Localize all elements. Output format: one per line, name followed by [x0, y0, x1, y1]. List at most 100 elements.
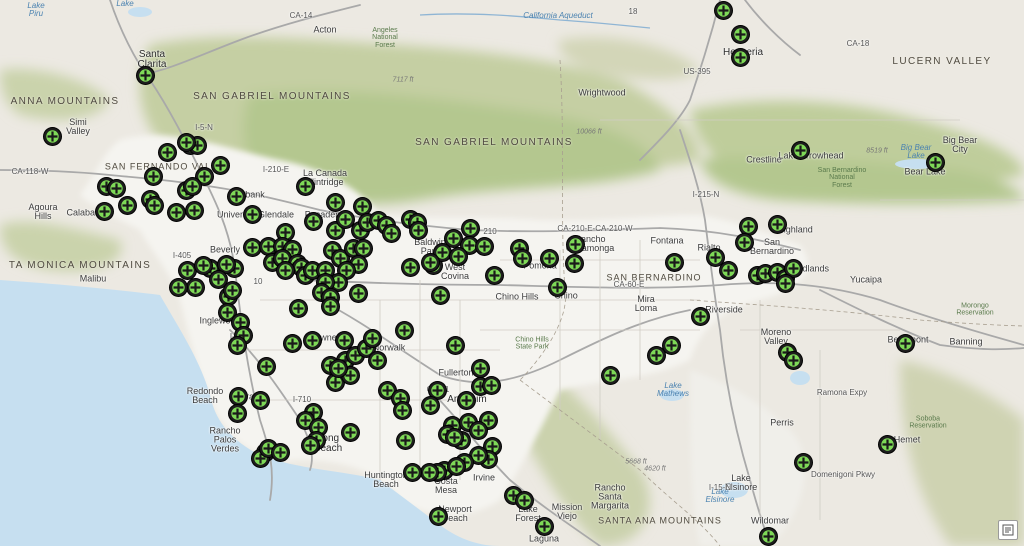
- facility-marker[interactable]: [457, 391, 475, 409]
- facility-marker[interactable]: [178, 261, 196, 279]
- facility-marker[interactable]: [469, 421, 487, 439]
- facility-marker[interactable]: [321, 297, 339, 315]
- facility-marker[interactable]: [177, 133, 195, 151]
- facility-marker[interactable]: [368, 351, 386, 369]
- facility-marker[interactable]: [354, 239, 372, 257]
- facility-marker[interactable]: [271, 443, 289, 461]
- facility-marker[interactable]: [185, 201, 203, 219]
- facility-marker[interactable]: [776, 274, 794, 292]
- facility-marker[interactable]: [228, 404, 246, 422]
- facility-marker[interactable]: [335, 331, 353, 349]
- facility-marker[interactable]: [326, 193, 344, 211]
- facility-marker[interactable]: [158, 143, 176, 161]
- facility-marker[interactable]: [217, 255, 235, 273]
- facility-marker[interactable]: [647, 346, 665, 364]
- facility-marker[interactable]: [794, 453, 812, 471]
- facility-marker[interactable]: [896, 334, 914, 352]
- facility-marker[interactable]: [353, 197, 371, 215]
- facility-marker[interactable]: [145, 196, 163, 214]
- facility-marker[interactable]: [784, 259, 802, 277]
- facility-marker[interactable]: [409, 221, 427, 239]
- facility-marker[interactable]: [429, 507, 447, 525]
- facility-marker[interactable]: [482, 376, 500, 394]
- facility-marker[interactable]: [223, 281, 241, 299]
- facility-marker[interactable]: [303, 331, 321, 349]
- facility-marker[interactable]: [428, 381, 446, 399]
- facility-marker[interactable]: [363, 329, 381, 347]
- facility-marker[interactable]: [396, 431, 414, 449]
- facility-marker[interactable]: [420, 463, 438, 481]
- facility-marker[interactable]: [395, 321, 413, 339]
- facility-marker[interactable]: [329, 359, 347, 377]
- legend-button[interactable]: [998, 520, 1018, 540]
- facility-marker[interactable]: [471, 359, 489, 377]
- facility-marker[interactable]: [194, 256, 212, 274]
- facility-marker[interactable]: [566, 235, 584, 253]
- facility-marker[interactable]: [144, 167, 162, 185]
- facility-marker[interactable]: [739, 217, 757, 235]
- facility-marker[interactable]: [276, 261, 294, 279]
- facility-marker[interactable]: [759, 527, 777, 545]
- facility-marker[interactable]: [283, 334, 301, 352]
- facility-marker[interactable]: [421, 396, 439, 414]
- facility-marker[interactable]: [257, 357, 275, 375]
- facility-marker[interactable]: [304, 212, 322, 230]
- facility-marker[interactable]: [403, 463, 421, 481]
- facility-marker[interactable]: [169, 278, 187, 296]
- facility-marker[interactable]: [714, 1, 732, 19]
- facility-marker[interactable]: [229, 387, 247, 405]
- facility-marker[interactable]: [228, 336, 246, 354]
- facility-marker[interactable]: [243, 205, 261, 223]
- facility-marker[interactable]: [296, 177, 314, 195]
- facility-marker[interactable]: [719, 261, 737, 279]
- facility-marker[interactable]: [211, 156, 229, 174]
- facility-marker[interactable]: [341, 423, 359, 441]
- facility-marker[interactable]: [336, 210, 354, 228]
- facility-marker[interactable]: [167, 203, 185, 221]
- facility-marker[interactable]: [183, 177, 201, 195]
- facility-marker[interactable]: [421, 253, 439, 271]
- facility-marker[interactable]: [665, 253, 683, 271]
- facility-marker[interactable]: [662, 336, 680, 354]
- facility-marker[interactable]: [731, 48, 749, 66]
- facility-marker[interactable]: [731, 25, 749, 43]
- facility-marker[interactable]: [107, 179, 125, 197]
- facility-marker[interactable]: [768, 215, 786, 233]
- facility-marker[interactable]: [227, 187, 245, 205]
- facility-marker[interactable]: [444, 229, 462, 247]
- facility-marker[interactable]: [301, 436, 319, 454]
- facility-marker[interactable]: [401, 258, 419, 276]
- facility-marker[interactable]: [535, 517, 553, 535]
- facility-marker[interactable]: [136, 66, 154, 84]
- facility-marker[interactable]: [289, 299, 307, 317]
- facility-marker[interactable]: [513, 249, 531, 267]
- facility-marker[interactable]: [382, 224, 400, 242]
- facility-marker[interactable]: [475, 237, 493, 255]
- facility-marker[interactable]: [186, 278, 204, 296]
- facility-marker[interactable]: [251, 391, 269, 409]
- facility-marker[interactable]: [209, 270, 227, 288]
- facility-marker[interactable]: [95, 202, 113, 220]
- facility-marker[interactable]: [446, 336, 464, 354]
- facility-marker[interactable]: [540, 249, 558, 267]
- facility-marker[interactable]: [431, 286, 449, 304]
- facility-marker[interactable]: [548, 278, 566, 296]
- facility-marker[interactable]: [445, 428, 463, 446]
- facility-marker[interactable]: [784, 351, 802, 369]
- facility-marker[interactable]: [349, 284, 367, 302]
- facility-marker[interactable]: [118, 196, 136, 214]
- facility-marker[interactable]: [461, 219, 479, 237]
- map-view[interactable]: Santa Clarita Acton Angeles National Forest…: [0, 0, 1024, 546]
- facility-marker[interactable]: [515, 491, 533, 509]
- facility-marker[interactable]: [447, 457, 465, 475]
- facility-marker[interactable]: [393, 401, 411, 419]
- facility-marker[interactable]: [791, 141, 809, 159]
- facility-marker[interactable]: [449, 247, 467, 265]
- facility-marker[interactable]: [43, 127, 61, 145]
- facility-marker[interactable]: [565, 254, 583, 272]
- facility-marker[interactable]: [691, 307, 709, 325]
- facility-marker[interactable]: [878, 435, 896, 453]
- facility-marker[interactable]: [243, 238, 261, 256]
- facility-marker[interactable]: [485, 266, 503, 284]
- facility-marker[interactable]: [926, 153, 944, 171]
